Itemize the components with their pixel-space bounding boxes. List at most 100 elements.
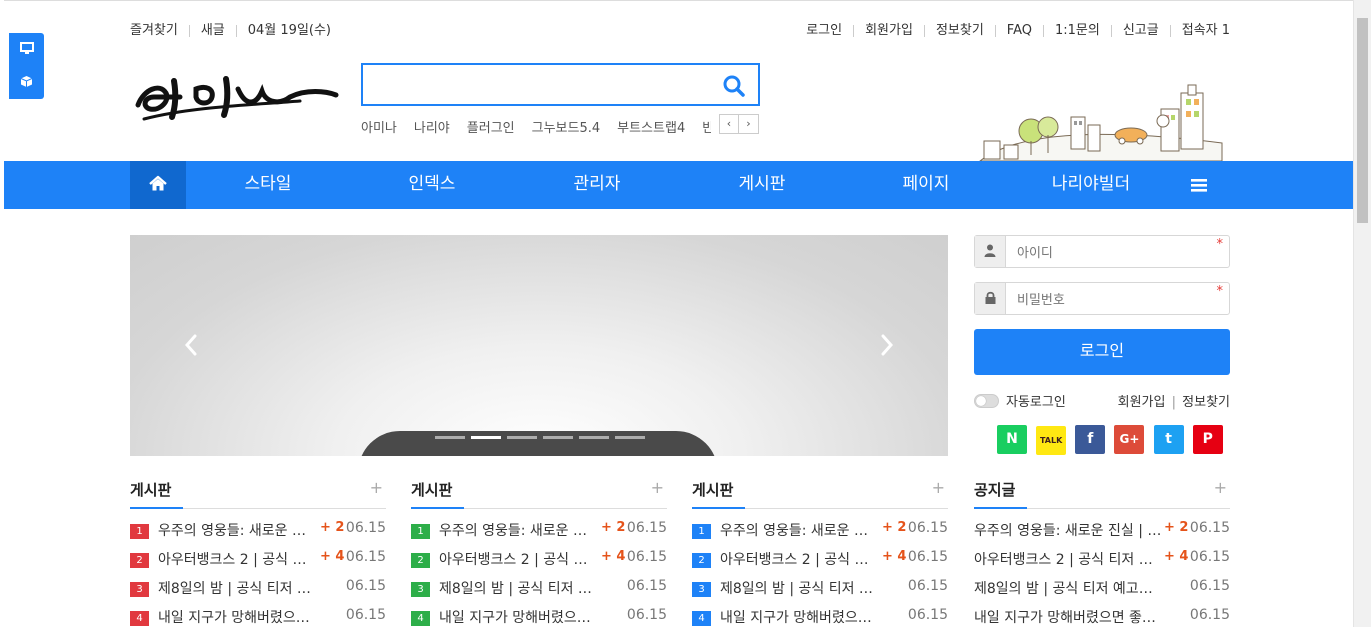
- auto-login-toggle[interactable]: [974, 394, 999, 408]
- nav-item-style[interactable]: 스타일: [186, 161, 350, 209]
- list-item[interactable]: 1 우주의 영웅들: 새로운 진실 | 공식 티저 + 206.15: [411, 519, 667, 548]
- payco-icon[interactable]: P: [1192, 425, 1223, 454]
- search-input[interactable]: [369, 71, 709, 98]
- post-title[interactable]: 우주의 영웅들: 새로운 진실 | 공식 티저: [974, 520, 1162, 540]
- post-title[interactable]: 제8일의 밤 | 공식 티저 예고편 | 넷플릭스: [974, 578, 1162, 598]
- list-item[interactable]: 1 우주의 영웅들: 새로운 진실 | 공식 티저 + 206.15: [130, 519, 386, 548]
- home-icon[interactable]: [130, 161, 186, 209]
- list-item[interactable]: 4 내일 지구가 망해버렸으면 좋겠어 06.15: [130, 606, 386, 627]
- more-icon[interactable]: +: [932, 475, 945, 501]
- google-plus-icon[interactable]: G+: [1114, 425, 1145, 454]
- list-item[interactable]: 3 제8일의 밤 | 공식 티저 예고편 | 넷플릭스 06.15: [692, 577, 948, 606]
- list-item[interactable]: 1 우주의 영웅들: 새로운 진실 | 공식 티저 + 206.15: [692, 519, 948, 548]
- join-link[interactable]: 회원가입: [1118, 395, 1166, 410]
- post-title[interactable]: 우주의 영웅들: 새로운 진실 | 공식 티저: [720, 520, 874, 540]
- facebook-icon[interactable]: f: [1075, 425, 1106, 454]
- top-link[interactable]: 1:1문의: [1055, 23, 1100, 38]
- list-item[interactable]: 아우터뱅크스 2 | 공식 티저 예고편 + 4 06.15: [974, 548, 1230, 577]
- post-title[interactable]: 우주의 영웅들: 새로운 진실 | 공식 티저: [439, 520, 593, 540]
- nav-item-index[interactable]: 인덱스: [350, 161, 514, 209]
- id-input[interactable]: [1017, 242, 1207, 262]
- post-title[interactable]: 제8일의 밤 | 공식 티저 예고편 | 넷플릭스: [439, 578, 593, 598]
- popular-tag[interactable]: 나리야: [414, 121, 450, 135]
- more-icon[interactable]: +: [651, 475, 664, 501]
- post-title[interactable]: 아우터뱅크스 2 | 공식 티저 예고편: [974, 549, 1162, 569]
- chevron-right-icon[interactable]: [880, 333, 894, 357]
- slider-dot-active[interactable]: [471, 436, 501, 439]
- popular-tag[interactable]: 플러그인: [467, 121, 515, 135]
- top-link[interactable]: 회원가입: [865, 23, 913, 38]
- post-title[interactable]: 아우터뱅크스 2 | 공식 티저 예고편: [158, 549, 312, 569]
- search-icon[interactable]: [722, 74, 746, 98]
- naver-icon[interactable]: N: [997, 425, 1027, 454]
- list-item[interactable]: 4 내일 지구가 망해버렸으면 좋겠어 06.15: [411, 606, 667, 627]
- list-item[interactable]: 우주의 영웅들: 새로운 진실 | 공식 티저+ 206.15: [974, 519, 1230, 548]
- top-link[interactable]: 신고글: [1123, 23, 1159, 38]
- slider-dot[interactable]: [435, 436, 465, 439]
- chevron-left-icon[interactable]: ‹: [719, 114, 739, 134]
- board-title[interactable]: 게시판: [130, 477, 184, 509]
- post-title[interactable]: 제8일의 밤 | 공식 티저 예고편 | 넷플릭스: [158, 578, 312, 598]
- popular-tag[interactable]: 반응형: [702, 121, 711, 135]
- site-logo[interactable]: [130, 67, 340, 127]
- chevron-right-icon[interactable]: ›: [739, 114, 759, 134]
- hamburger-menu-icon[interactable]: [1190, 177, 1208, 193]
- list-item[interactable]: 2 아우터뱅크스 2 | 공식 티저 예고편 + 406.15: [411, 548, 667, 577]
- board-title[interactable]: 게시판: [692, 477, 746, 509]
- top-bar-right: 로그인 회원가입 정보찾기 FAQ 1:1문의 신고글 접속자 1: [806, 19, 1230, 38]
- list-item[interactable]: 4 내일 지구가 망해버렸으면 좋겠어 06.15: [692, 606, 948, 627]
- top-link[interactable]: FAQ: [1007, 23, 1032, 38]
- top-link[interactable]: 정보찾기: [936, 23, 984, 38]
- post-date: 06.15: [626, 607, 667, 623]
- post-date: 06.15: [907, 578, 948, 594]
- post-title[interactable]: 우주의 영웅들: 새로운 진실 | 공식 티저: [158, 520, 312, 540]
- list-item[interactable]: 내일 지구가 망해버렸으면 좋겠어 06.15: [974, 606, 1230, 627]
- top-link[interactable]: 새글: [201, 23, 225, 38]
- more-icon[interactable]: +: [370, 475, 383, 501]
- monitor-icon[interactable]: [9, 33, 44, 66]
- post-title[interactable]: 내일 지구가 망해버렸으면 좋겠어: [720, 607, 874, 627]
- notice-title[interactable]: 공지글: [974, 477, 1028, 509]
- slider-dot[interactable]: [507, 436, 537, 439]
- post-title[interactable]: 내일 지구가 망해버렸으면 좋겠어: [974, 607, 1162, 627]
- list-item[interactable]: 제8일의 밤 | 공식 티저 예고편 | 넷플릭스 06.15: [974, 577, 1230, 606]
- find-link[interactable]: 정보찾기: [1182, 395, 1230, 410]
- popular-tags-nav: ‹ ›: [719, 114, 760, 134]
- lock-icon: [975, 283, 1006, 314]
- nav-item-admin[interactable]: 관리자: [515, 161, 679, 209]
- top-link[interactable]: 접속자 1: [1182, 23, 1230, 38]
- slider-dot[interactable]: [543, 436, 573, 439]
- post-title[interactable]: 내일 지구가 망해버렸으면 좋겠어: [439, 607, 593, 627]
- hero-slider[interactable]: [130, 235, 948, 456]
- list-item[interactable]: 2 아우터뱅크스 2 | 공식 티저 예고편 + 406.15: [130, 548, 386, 577]
- post-title[interactable]: 아우터뱅크스 2 | 공식 티저 예고편: [439, 549, 593, 569]
- list-item[interactable]: 3 제8일의 밤 | 공식 티저 예고편 | 넷플릭스 06.15: [411, 577, 667, 606]
- slider-dot[interactable]: [579, 436, 609, 439]
- more-icon[interactable]: +: [1214, 475, 1227, 501]
- password-input[interactable]: [1017, 289, 1207, 309]
- cube-icon[interactable]: [9, 66, 44, 99]
- scrollbar-thumb[interactable]: [1357, 18, 1368, 223]
- popular-tag[interactable]: 부트스트랩4: [617, 121, 685, 135]
- auto-login-label[interactable]: 자동로그인: [1006, 391, 1066, 410]
- popular-tag[interactable]: 그누보드5.4: [532, 121, 601, 135]
- top-link[interactable]: 04월 19일(수): [248, 23, 331, 38]
- top-link[interactable]: 로그인: [806, 23, 842, 38]
- scrollbar[interactable]: [1353, 0, 1371, 627]
- chevron-left-icon[interactable]: [184, 333, 198, 357]
- list-item[interactable]: 2 아우터뱅크스 2 | 공식 티저 예고편 + 406.15: [692, 548, 948, 577]
- slider-dot[interactable]: [615, 436, 645, 439]
- twitter-icon[interactable]: t: [1153, 425, 1184, 454]
- post-title[interactable]: 내일 지구가 망해버렸으면 좋겠어: [158, 607, 312, 627]
- list-item[interactable]: 3 제8일의 밤 | 공식 티저 예고편 | 넷플릭스 06.15: [130, 577, 386, 606]
- popular-tag[interactable]: 아미나: [361, 121, 397, 135]
- top-link[interactable]: 즐겨찾기: [130, 23, 178, 38]
- post-title[interactable]: 아우터뱅크스 2 | 공식 티저 예고편: [720, 549, 874, 569]
- board-title[interactable]: 게시판: [411, 477, 465, 509]
- kakao-icon[interactable]: TALK: [1036, 426, 1067, 455]
- post-title[interactable]: 제8일의 밤 | 공식 티저 예고편 | 넷플릭스: [720, 578, 874, 598]
- login-button[interactable]: 로그인: [974, 329, 1230, 375]
- nav-item-board[interactable]: 게시판: [680, 161, 844, 209]
- nav-item-nariya-builder[interactable]: 나리야빌더: [1009, 161, 1173, 209]
- nav-item-page[interactable]: 페이지: [844, 161, 1008, 209]
